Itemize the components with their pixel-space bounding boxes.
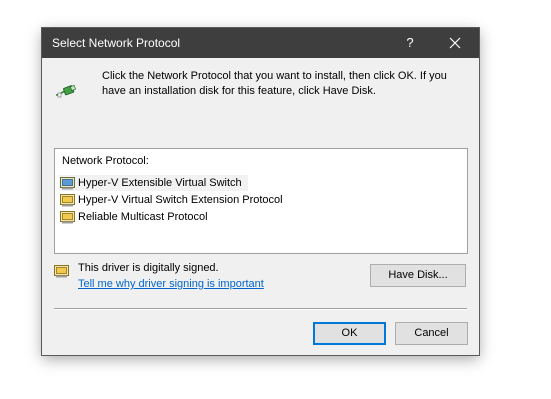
window-title: Select Network Protocol bbox=[52, 36, 181, 50]
select-network-protocol-dialog: Select Network Protocol ? Click the Netw… bbox=[42, 28, 479, 355]
driver-signed-status: This driver is digitally signed. bbox=[78, 262, 219, 274]
list-item-label: Hyper-V Extensible Virtual Switch bbox=[78, 177, 242, 189]
list-item-hyper-v-virtual-switch-extension-protocol[interactable]: Hyper-V Virtual Switch Extension Protoco… bbox=[59, 192, 289, 208]
close-button[interactable] bbox=[440, 28, 470, 58]
list-item-reliable-multicast-protocol[interactable]: Reliable Multicast Protocol bbox=[59, 209, 214, 225]
separator bbox=[54, 308, 467, 310]
help-button[interactable]: ? bbox=[395, 28, 425, 58]
network-cable-icon bbox=[54, 84, 78, 105]
have-disk-button[interactable]: Have Disk... bbox=[370, 264, 466, 287]
title-bar[interactable]: Select Network Protocol ? bbox=[42, 28, 479, 58]
instruction-text: Click the Network Protocol that you want… bbox=[102, 70, 447, 97]
list-item-label: Hyper-V Virtual Switch Extension Protoco… bbox=[78, 194, 283, 206]
cancel-button[interactable]: Cancel bbox=[395, 322, 468, 345]
network-protocol-icon bbox=[60, 210, 76, 229]
list-header-label: Network Protocol: bbox=[62, 155, 149, 167]
close-icon bbox=[449, 37, 461, 49]
list-item-hyper-v-extensible-virtual-switch[interactable]: Hyper-V Extensible Virtual Switch bbox=[59, 175, 248, 191]
ok-button[interactable]: OK bbox=[313, 322, 386, 345]
signed-driver-icon bbox=[54, 264, 70, 283]
network-protocol-listbox[interactable]: Network Protocol: Hyper-V Extensible Vir… bbox=[54, 148, 468, 254]
driver-signing-info-link[interactable]: Tell me why driver signing is important bbox=[78, 278, 264, 290]
help-icon: ? bbox=[406, 35, 414, 50]
list-item-label: Reliable Multicast Protocol bbox=[78, 211, 208, 223]
